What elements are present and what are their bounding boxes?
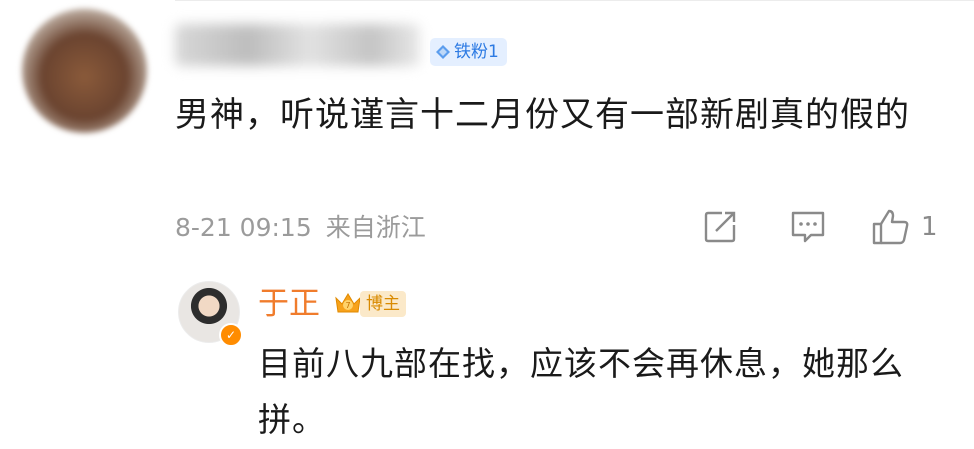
share-button[interactable] (702, 207, 738, 247)
comment-meta: 8-21 09:15 来自浙江 (175, 208, 426, 248)
avatar[interactable] (22, 8, 147, 133)
divider (175, 0, 974, 1)
reply-text: 目前八九部在找，应该不会再休息，她那么拼。 (258, 344, 904, 439)
fan-badge[interactable]: 铁粉1 (430, 38, 507, 66)
username-redacted[interactable] (175, 24, 420, 66)
diamond-icon (436, 45, 450, 59)
blogger-badge-label: 博主 (360, 291, 406, 317)
share-icon (704, 211, 736, 243)
comment-text: 男神，听说谨言十二月份又有一部新剧真的假的 (175, 95, 910, 135)
like-button[interactable]: 1 (871, 207, 938, 247)
reply-author-name[interactable]: 于正 (258, 282, 320, 326)
reply-button[interactable] (789, 207, 827, 247)
timestamp: 8-21 09:15 (175, 213, 312, 242)
comment-icon (791, 211, 825, 243)
thumbs-up-icon (872, 209, 909, 245)
svg-text:7: 7 (345, 301, 350, 310)
verified-icon: ✓ (219, 323, 243, 347)
fan-badge-label: 铁粉1 (454, 42, 499, 62)
location: 来自浙江 (325, 213, 426, 242)
like-count: 1 (921, 212, 938, 242)
blogger-badge[interactable]: 7 博主 (332, 287, 406, 321)
